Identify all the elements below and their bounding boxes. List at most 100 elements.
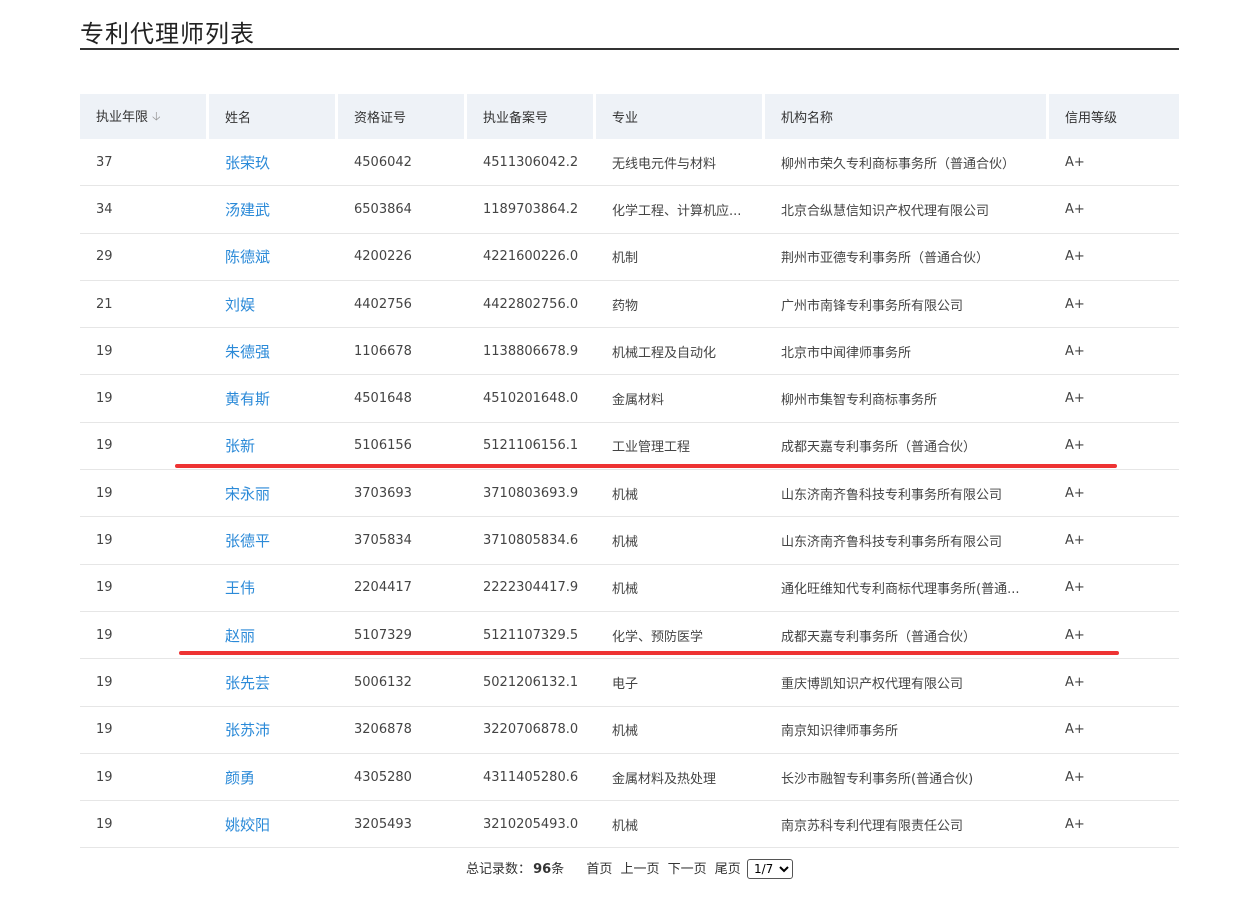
table-body: 37 张荣玖 4506042 4511306042.2 无线电元件与材料 柳州市荣久专利商… [80, 139, 1179, 849]
table-row: 19 王伟 2204417 2222304417.9 机械 通化旺维知代专利商标代理事务所… [80, 565, 1179, 612]
page-title: 专利代理师列表 [80, 20, 255, 48]
cell-cert-no: 3206878 [338, 707, 467, 754]
cell-cert-no: 1106678 [338, 328, 467, 376]
cell-agency: 南京知识律师事务所 [765, 707, 1049, 754]
agent-name-link[interactable]: 张新 [225, 437, 255, 455]
cell-agency: 重庆博凯知识产权代理有限公司 [765, 659, 1049, 707]
cell-filing-no: 4311405280.6 [467, 754, 596, 802]
cell-years: 34 [80, 186, 209, 234]
agent-name-link[interactable]: 颜勇 [225, 769, 255, 787]
last-page-link[interactable]: 尾页 [715, 862, 741, 877]
agent-name-link[interactable]: 姚姣阳 [225, 816, 270, 834]
cell-years: 19 [80, 659, 209, 707]
cell-major: 药物 [596, 281, 765, 329]
page-select[interactable]: 1/7 [746, 859, 793, 879]
cell-name: 刘娱 [209, 281, 338, 329]
cell-major: 机制 [596, 234, 765, 281]
cell-agency: 通化旺维知代专利商标代理事务所(普通... [765, 565, 1049, 612]
cell-name: 张德平 [209, 517, 338, 565]
cell-credit: A+ [1049, 754, 1179, 802]
highlight-underline [179, 651, 1119, 655]
cell-credit: A+ [1049, 234, 1179, 281]
total-label: 总记录数： [466, 862, 532, 877]
agent-name-link[interactable]: 赵丽 [225, 627, 255, 645]
agent-name-link[interactable]: 汤建武 [225, 201, 270, 219]
table-row: 34 汤建武 6503864 1189703864.2 化学工程、计算机应... 北京合纵… [80, 186, 1179, 234]
agent-name-link[interactable]: 朱德强 [225, 343, 270, 361]
agent-name-link[interactable]: 陈德斌 [225, 248, 270, 266]
table-row: 19 张新 5106156 5121106156.1 工业管理工程 成都天嘉专利事务所（普… [80, 423, 1179, 471]
cell-agency: 山东济南齐鲁科技专利事务所有限公司 [765, 470, 1049, 518]
cell-major: 工业管理工程 [596, 423, 765, 471]
column-header-filing-no: 执业备案号 [467, 92, 596, 139]
column-header-major: 专业 [596, 92, 765, 139]
highlight-underline [175, 464, 1117, 468]
cell-agency: 长沙市融智专利事务所(普通合伙) [765, 754, 1049, 802]
cell-cert-no: 4402756 [338, 281, 467, 329]
cell-agency: 北京合纵慧信知识产权代理有限公司 [765, 186, 1049, 234]
cell-name: 姚姣阳 [209, 801, 338, 849]
cell-credit: A+ [1049, 707, 1179, 754]
cell-years: 19 [80, 754, 209, 802]
cell-major: 电子 [596, 659, 765, 707]
cell-credit: A+ [1049, 659, 1179, 707]
cell-years: 19 [80, 328, 209, 376]
agent-name-link[interactable]: 王伟 [225, 579, 255, 597]
agent-name-link[interactable]: 张先芸 [225, 674, 270, 692]
cell-cert-no: 5106156 [338, 423, 467, 471]
cell-years: 19 [80, 801, 209, 849]
column-header-years[interactable]: 执业年限 🡣 [80, 92, 209, 139]
cell-credit: A+ [1049, 801, 1179, 849]
cell-cert-no: 3705834 [338, 517, 467, 565]
cell-filing-no: 5021206132.1 [467, 659, 596, 707]
cell-major: 化学工程、计算机应... [596, 186, 765, 234]
cell-major: 机械 [596, 565, 765, 612]
cell-years: 29 [80, 234, 209, 281]
agent-name-link[interactable]: 张德平 [225, 532, 270, 550]
cell-major: 金属材料 [596, 375, 765, 423]
agent-name-link[interactable]: 张苏沛 [225, 721, 270, 739]
prev-page-link[interactable]: 上一页 [620, 862, 659, 877]
column-header-cert-no: 资格证号 [338, 92, 467, 139]
agent-name-link[interactable]: 黄有斯 [225, 390, 270, 408]
agent-name-link[interactable]: 宋永丽 [225, 485, 270, 503]
table-row: 19 黄有斯 4501648 4510201648.0 金属材料 柳州市集智专利商标事务所… [80, 375, 1179, 423]
cell-cert-no: 2204417 [338, 565, 467, 612]
cell-name: 颜勇 [209, 754, 338, 802]
cell-credit: A+ [1049, 186, 1179, 234]
table-row: 19 宋永丽 3703693 3710803693.9 机械 山东济南齐鲁科技专利事务所有… [80, 470, 1179, 518]
cell-cert-no: 4506042 [338, 139, 467, 187]
table-header-row: 执业年限 🡣 姓名 资格证号 执业备案号 专业 机构名称 信用等级 [80, 92, 1179, 139]
cell-name: 宋永丽 [209, 470, 338, 518]
cell-agency: 南京苏科专利代理有限责任公司 [765, 801, 1049, 849]
column-header-name: 姓名 [209, 92, 338, 139]
next-page-link[interactable]: 下一页 [668, 862, 707, 877]
cell-credit: A+ [1049, 139, 1179, 187]
cell-name: 张先芸 [209, 659, 338, 707]
arrow-down-icon[interactable]: 🡣 [152, 107, 161, 128]
first-page-link[interactable]: 首页 [586, 862, 612, 877]
table-row: 19 张德平 3705834 3710805834.6 机械 山东济南齐鲁科技专利事务所有… [80, 517, 1179, 565]
cell-filing-no: 3220706878.0 [467, 707, 596, 754]
cell-agency: 山东济南齐鲁科技专利事务所有限公司 [765, 517, 1049, 565]
cell-agency: 荆州市亚德专利事务所（普通合伙） [765, 234, 1049, 281]
agent-name-link[interactable]: 刘娱 [225, 296, 255, 314]
cell-name: 张新 [209, 423, 338, 471]
cell-name: 朱德强 [209, 328, 338, 376]
agent-name-link[interactable]: 张荣玖 [225, 154, 270, 172]
cell-filing-no: 3710803693.9 [467, 470, 596, 518]
table-row: 29 陈德斌 4200226 4221600226.0 机制 荆州市亚德专利事务所（普通合… [80, 234, 1179, 281]
cell-filing-no: 1189703864.2 [467, 186, 596, 234]
cell-major: 机械 [596, 801, 765, 849]
agent-table: 执业年限 🡣 姓名 资格证号 执业备案号 专业 机构名称 信用等级 37 张荣玖 45… [80, 92, 1179, 849]
cell-years: 21 [80, 281, 209, 329]
cell-name: 陈德斌 [209, 234, 338, 281]
table-row: 19 颜勇 4305280 4311405280.6 金属材料及热处理 长沙市融智专利事务… [80, 754, 1179, 802]
cell-filing-no: 5121106156.1 [467, 423, 596, 471]
cell-agency: 柳州市集智专利商标事务所 [765, 375, 1049, 423]
cell-cert-no: 4305280 [338, 754, 467, 802]
cell-years: 19 [80, 707, 209, 754]
cell-filing-no: 4422802756.0 [467, 281, 596, 329]
cell-agency: 柳州市荣久专利商标事务所（普通合伙） [765, 139, 1049, 187]
cell-years: 37 [80, 139, 209, 187]
